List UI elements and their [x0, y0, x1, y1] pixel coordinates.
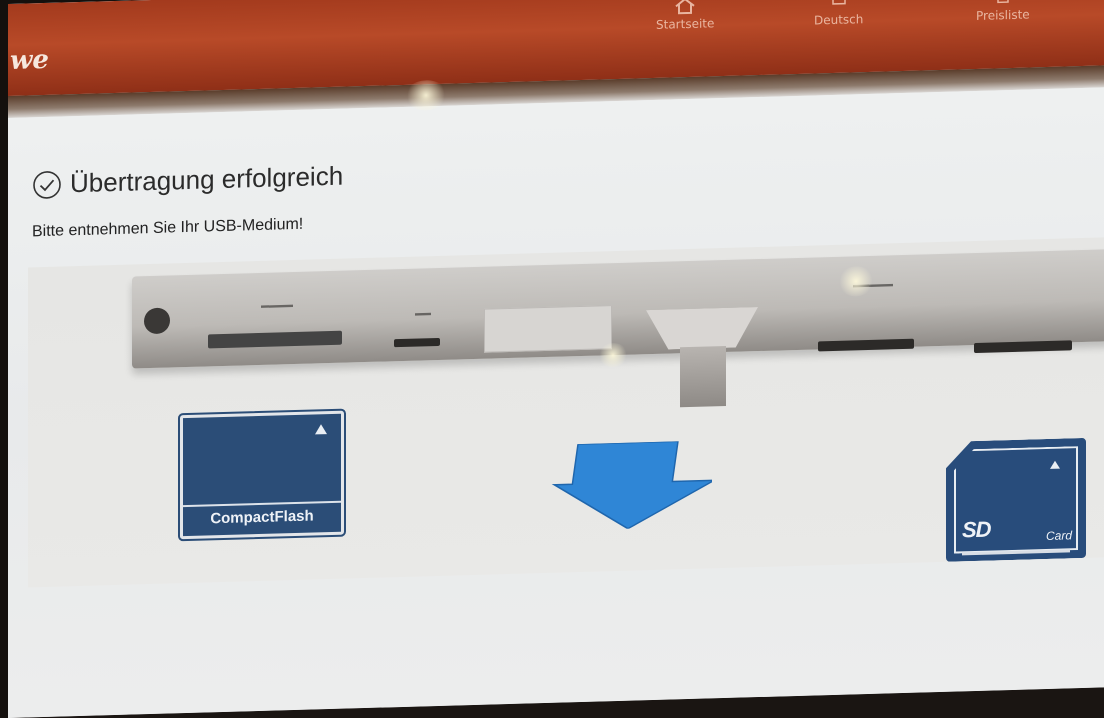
usb-port-area [484, 305, 612, 353]
usb-stick-body [680, 345, 726, 408]
cf-slot [208, 330, 342, 349]
page-title: Übertragung erfolgreich [70, 160, 344, 199]
nav-price-list-label: Preisliste [976, 7, 1030, 23]
main-content: Übertragung erfolgreich Bitte entnehmen … [8, 87, 1104, 718]
ms-slot [818, 338, 914, 352]
screen-bezel-left [0, 0, 8, 718]
nav-home-label: Startseite [656, 16, 715, 32]
language-icon [831, 0, 846, 5]
sd-logo: SD [962, 516, 991, 543]
sd-slot [394, 337, 440, 348]
instruction-text: Bitte entnehmen Sie Ihr USB-Medium! [32, 215, 304, 241]
nav-price-list[interactable]: Preisliste [976, 0, 1030, 23]
home-icon [675, 0, 695, 15]
sd-card-icon: SD Card [946, 438, 1086, 562]
sd-orientation-mark [1050, 461, 1060, 469]
sd-card-word: Card [1045, 528, 1072, 544]
device-screw [144, 307, 170, 335]
cf-card-label: CompactFlash [183, 500, 341, 529]
cf-orientation-mark [315, 424, 327, 435]
illustration-panel: ▬▬▬▬ ▬▬ ▬▬▬▬▬ CompactFlash [28, 237, 1104, 588]
brand-logo: we [10, 44, 49, 76]
xd-slot [974, 340, 1072, 354]
slot-label-sd: ▬▬ [415, 308, 431, 318]
kiosk-screen: we Startseite Deutsch Preisliste Übertra… [8, 0, 1104, 718]
arrow-down-icon [551, 440, 712, 530]
compactflash-card-icon: CompactFlash [178, 408, 346, 542]
slot-label-cf: ▬▬▬▬ [261, 300, 293, 310]
nav-language-label: Deutsch [814, 12, 864, 28]
nav-language[interactable]: Deutsch [814, 0, 863, 27]
price-list-icon [997, 0, 1009, 4]
usb-stick-head [646, 307, 758, 350]
title-row: Übertragung erfolgreich [32, 161, 343, 201]
check-circle-icon [33, 170, 61, 199]
nav-home[interactable]: Startseite [656, 0, 714, 32]
